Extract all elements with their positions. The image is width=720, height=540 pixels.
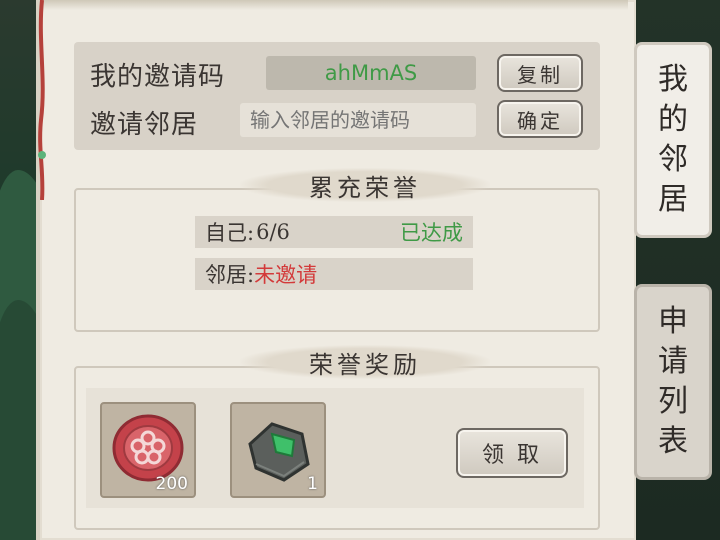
claim-button[interactable]: 领 取: [456, 428, 568, 478]
tab-char: 请: [658, 344, 688, 379]
neighbor-status: 未邀请: [254, 263, 318, 287]
rope-decoration: [38, 0, 46, 200]
tab-my-neighbors[interactable]: 我 的 邻 居: [634, 42, 712, 238]
self-label: 自己:: [205, 221, 255, 245]
copy-button[interactable]: 复制: [497, 54, 583, 92]
self-progress: 6/6: [256, 220, 290, 244]
neighbor-status-row: 邻居: 未邀请: [195, 258, 473, 290]
neighbor-label: 邻居:: [205, 263, 255, 287]
tab-char: 我: [658, 62, 688, 97]
self-status-row: 自己: 6/6 已达成: [195, 216, 473, 248]
invite-neighbor-label: 邀请邻居: [90, 110, 199, 140]
tab-char: 居: [658, 182, 688, 217]
panel-top-edge: [40, 0, 628, 10]
my-code-value: ahMmAS: [266, 56, 476, 90]
self-status: 已达成: [400, 221, 463, 245]
neighbor-code-input[interactable]: [240, 103, 476, 137]
honor-reward-title: 荣誉奖励: [240, 345, 490, 379]
tab-application-list[interactable]: 申 请 列 表: [634, 284, 712, 480]
reward-item-slot[interactable]: 200: [100, 402, 196, 498]
my-code-label: 我的邀请码: [90, 62, 226, 92]
item-count: 200: [155, 474, 188, 494]
tab-char: 申: [658, 304, 688, 339]
item-count: 1: [307, 474, 318, 494]
tab-char: 列: [658, 384, 688, 419]
reward-item-slot[interactable]: 1: [230, 402, 326, 498]
cumulative-honor-title: 累充荣誉: [240, 168, 490, 202]
tab-char: 的: [658, 102, 688, 137]
tab-char: 表: [658, 424, 688, 459]
tab-char: 邻: [658, 142, 688, 177]
confirm-button[interactable]: 确定: [497, 100, 583, 138]
